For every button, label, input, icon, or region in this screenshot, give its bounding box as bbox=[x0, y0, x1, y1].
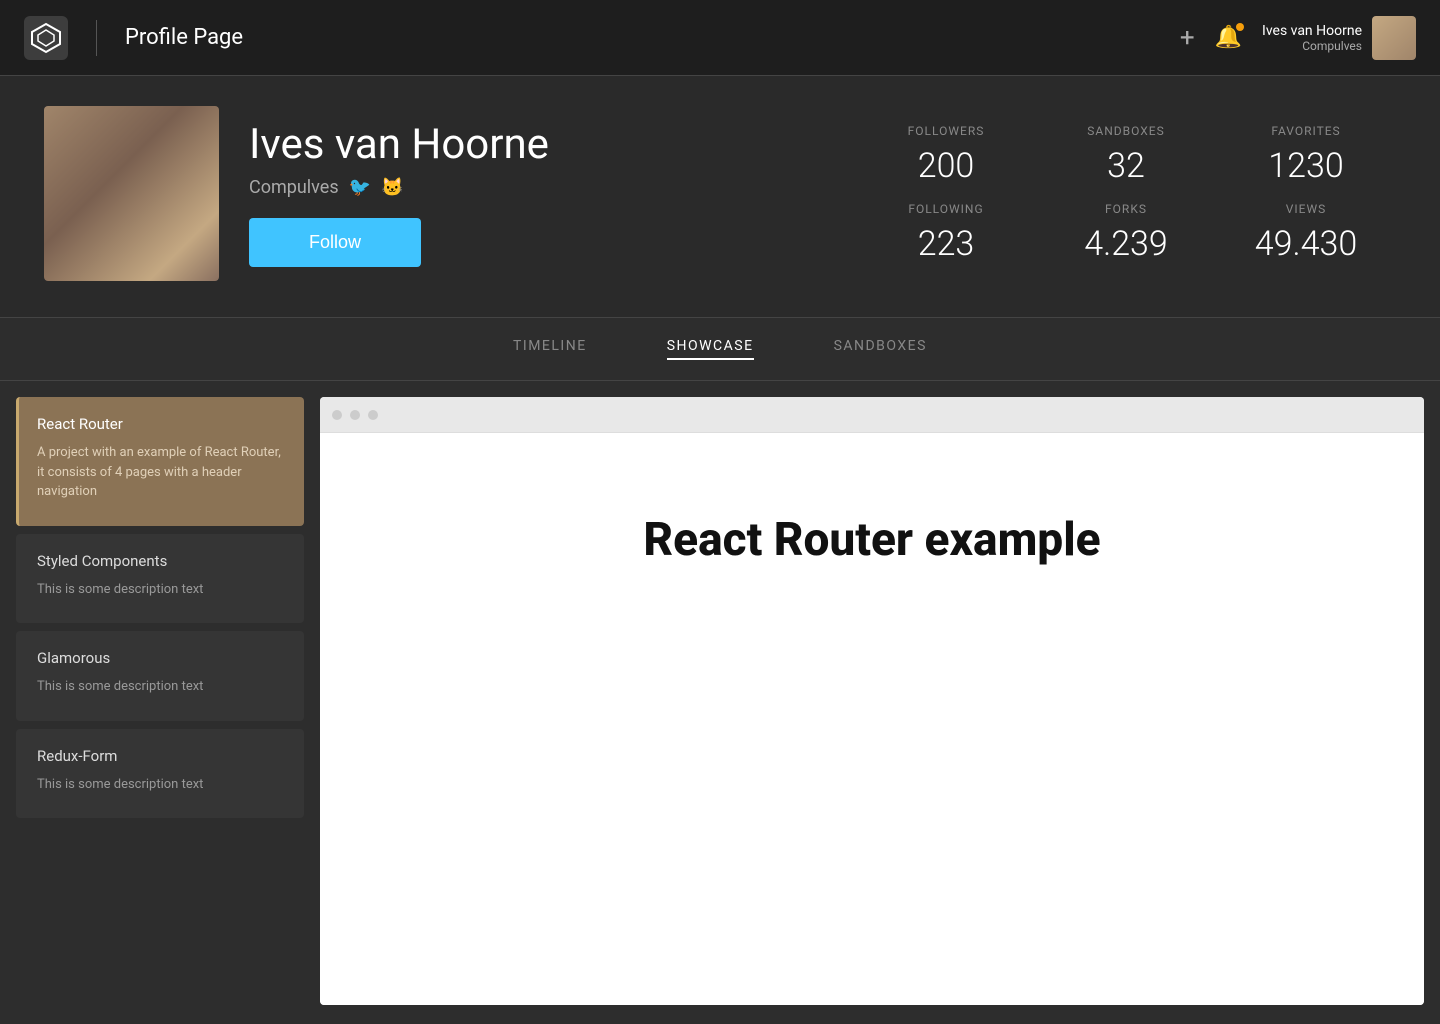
notifications-button[interactable]: 🔔 bbox=[1215, 25, 1242, 50]
stat-followers: FOLLOWERS 200 bbox=[856, 124, 1036, 186]
nav-user-handle: Compulves bbox=[1262, 39, 1362, 53]
preview-dot-2 bbox=[350, 410, 360, 420]
sidebar-item-desc-glamorous: This is some description text bbox=[37, 677, 286, 697]
sidebar-item-desc-react-router: A project with an example of React Route… bbox=[37, 443, 286, 502]
profile-stats: FOLLOWERS 200 SANDBOXES 32 FAVORITES 123… bbox=[856, 124, 1396, 264]
sidebar-item-redux-form[interactable]: Redux-Form This is some description text bbox=[16, 729, 304, 819]
following-value: 223 bbox=[856, 224, 1036, 264]
sidebar-item-title-glamorous: Glamorous bbox=[37, 649, 286, 667]
forks-label: FORKS bbox=[1036, 202, 1216, 216]
preview-dot-1 bbox=[332, 410, 342, 420]
nav-user-name: Ives van Hoorne bbox=[1262, 23, 1362, 39]
followers-label: FOLLOWERS bbox=[856, 124, 1036, 138]
sandboxes-value: 32 bbox=[1036, 146, 1216, 186]
tab-timeline[interactable]: TIMELINE bbox=[513, 338, 587, 360]
profile-handle: Compulves bbox=[249, 177, 339, 198]
sidebar-item-styled-components[interactable]: Styled Components This is some descripti… bbox=[16, 534, 304, 624]
stat-favorites: FAVORITES 1230 bbox=[1216, 124, 1396, 186]
views-value: 49.430 bbox=[1216, 224, 1396, 264]
follow-button[interactable]: Follow bbox=[249, 218, 421, 267]
stat-following: FOLLOWING 223 bbox=[856, 202, 1036, 264]
stat-sandboxes: SANDBOXES 32 bbox=[1036, 124, 1216, 186]
preview-body: React Router example bbox=[320, 433, 1424, 1005]
top-navigation: Profile Page + 🔔 Ives van Hoorne Compulv… bbox=[0, 0, 1440, 76]
user-info: Ives van Hoorne Compulves bbox=[1262, 23, 1362, 53]
main-content: React Router A project with an example o… bbox=[0, 381, 1440, 1021]
profile-info: Ives van Hoorne Compulves 🐦 🐱 Follow bbox=[249, 120, 549, 267]
stat-forks: FORKS 4.239 bbox=[1036, 202, 1216, 264]
favorites-value: 1230 bbox=[1216, 146, 1396, 186]
sidebar-item-title-styled-components: Styled Components bbox=[37, 552, 286, 570]
sidebar-item-react-router[interactable]: React Router A project with an example o… bbox=[16, 397, 304, 526]
following-label: FOLLOWING bbox=[856, 202, 1036, 216]
sidebar-item-title-react-router: React Router bbox=[37, 415, 286, 433]
twitter-icon[interactable]: 🐦 bbox=[349, 177, 371, 198]
stat-views: VIEWS 49.430 bbox=[1216, 202, 1396, 264]
tab-sandboxes[interactable]: SANDBOXES bbox=[834, 338, 927, 360]
preview-dot-3 bbox=[368, 410, 378, 420]
preview-main-title: React Router example bbox=[643, 513, 1100, 567]
nav-divider bbox=[96, 20, 97, 56]
profile-photo bbox=[44, 106, 219, 281]
profile-header: Ives van Hoorne Compulves 🐦 🐱 Follow FOL… bbox=[0, 76, 1440, 318]
preview-topbar bbox=[320, 397, 1424, 433]
github-icon[interactable]: 🐱 bbox=[381, 177, 403, 198]
tab-showcase[interactable]: SHOWCASE bbox=[667, 338, 754, 360]
profile-handle-row: Compulves 🐦 🐱 bbox=[249, 177, 549, 198]
sidebar-item-glamorous[interactable]: Glamorous This is some description text bbox=[16, 631, 304, 721]
nav-avatar bbox=[1372, 16, 1416, 60]
forks-value: 4.239 bbox=[1036, 224, 1216, 264]
preview-panel: React Router example bbox=[320, 397, 1424, 1005]
favorites-label: FAVORITES bbox=[1216, 124, 1396, 138]
logo-area[interactable]: Profile Page bbox=[24, 16, 243, 60]
user-menu[interactable]: Ives van Hoorne Compulves bbox=[1262, 16, 1416, 60]
app-logo-icon bbox=[24, 16, 68, 60]
nav-right-section: + 🔔 Ives van Hoorne Compulves bbox=[1180, 16, 1416, 60]
followers-value: 200 bbox=[856, 146, 1036, 186]
profile-name: Ives van Hoorne bbox=[249, 120, 549, 169]
sidebar-item-desc-styled-components: This is some description text bbox=[37, 580, 286, 600]
views-label: VIEWS bbox=[1216, 202, 1396, 216]
sidebar-item-title-redux-form: Redux-Form bbox=[37, 747, 286, 765]
add-button[interactable]: + bbox=[1180, 23, 1195, 53]
showcase-sidebar: React Router A project with an example o… bbox=[0, 381, 320, 1021]
sandboxes-label: SANDBOXES bbox=[1036, 124, 1216, 138]
tabs-bar: TIMELINE SHOWCASE SANDBOXES bbox=[0, 318, 1440, 381]
sidebar-item-desc-redux-form: This is some description text bbox=[37, 775, 286, 795]
notification-dot bbox=[1236, 23, 1244, 31]
page-title: Profile Page bbox=[125, 25, 243, 50]
